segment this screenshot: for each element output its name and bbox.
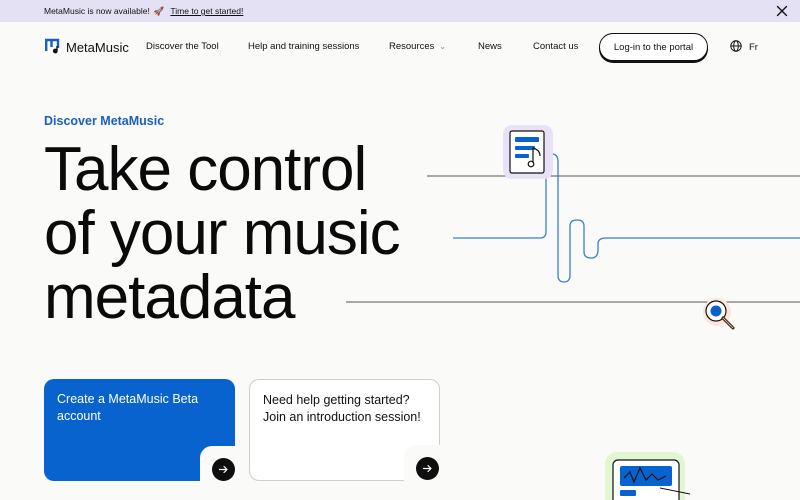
nav-resources[interactable]: Resources ⌄ bbox=[389, 41, 446, 52]
brand-name: MetaMusic bbox=[66, 40, 129, 55]
create-account-card[interactable]: Create a MetaMusic Beta account bbox=[44, 379, 236, 482]
create-account-label: Create a MetaMusic Beta account bbox=[57, 392, 199, 423]
nav-discover-tool[interactable]: Discover the Tool bbox=[146, 41, 219, 52]
rocket-icon: 🚀 bbox=[153, 5, 165, 16]
close-icon[interactable] bbox=[774, 3, 790, 19]
chevron-down-icon: ⌄ bbox=[439, 42, 447, 51]
announcement-link[interactable]: Time to get started! bbox=[170, 6, 243, 16]
top-navbar: MetaMusic Discover the Tool Help and tra… bbox=[0, 22, 800, 72]
language-switcher[interactable]: Fr bbox=[730, 40, 758, 55]
announcement-bar: MetaMusic is now available! 🚀 Time to ge… bbox=[0, 0, 800, 22]
nav-resources-label: Resources bbox=[389, 41, 435, 52]
globe-icon bbox=[730, 40, 742, 55]
logo-icon bbox=[44, 38, 60, 57]
hero-title-line: of your music bbox=[44, 199, 401, 268]
arrow-right-icon[interactable] bbox=[416, 457, 439, 480]
hero-title-line: Take control bbox=[44, 135, 367, 204]
arrow-right-icon[interactable] bbox=[212, 458, 235, 481]
hero-title-line: metadata bbox=[44, 263, 296, 332]
card-notch bbox=[404, 445, 440, 481]
document-music-icon bbox=[503, 125, 553, 179]
hero-title: Take control of your music metadata bbox=[44, 135, 401, 332]
language-label: Fr bbox=[749, 42, 758, 53]
intro-session-card[interactable]: Need help getting started? Join an intro… bbox=[249, 379, 440, 481]
nav-help-training[interactable]: Help and training sessions bbox=[248, 41, 359, 52]
login-portal-button[interactable]: Log-in to the portal bbox=[599, 33, 708, 61]
brand-logo[interactable]: MetaMusic bbox=[44, 38, 129, 57]
hero-eyebrow: Discover MetaMusic bbox=[44, 114, 165, 128]
announcement-text: MetaMusic is now available! bbox=[44, 6, 150, 16]
nav-news[interactable]: News bbox=[478, 41, 502, 52]
intro-session-label: Need help getting started? Join an intro… bbox=[263, 393, 421, 424]
nav-contact[interactable]: Contact us bbox=[533, 41, 578, 52]
card-notch bbox=[200, 446, 236, 482]
waveform-card-icon bbox=[605, 452, 691, 500]
